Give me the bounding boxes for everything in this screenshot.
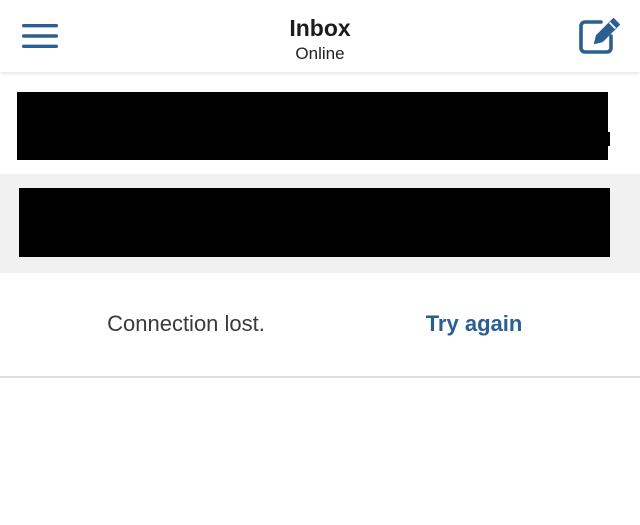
hamburger-menu-icon [22, 24, 58, 48]
redacted-content [19, 188, 610, 257]
redacted-content [600, 132, 610, 146]
header-title-group: Inbox Online [160, 14, 480, 65]
menu-button[interactable] [14, 14, 66, 58]
compose-button[interactable] [572, 12, 628, 60]
top-app-bar: Inbox Online [0, 0, 640, 72]
list-item[interactable] [0, 72, 640, 174]
redacted-content [17, 92, 608, 160]
connection-status-text: Connection lost. [107, 311, 265, 336]
try-again-button[interactable]: Try again [370, 309, 578, 339]
list-item[interactable] [0, 174, 640, 273]
page-title: Inbox [289, 15, 351, 41]
compose-icon [579, 17, 621, 54]
inbox-screen: Inbox Online Connection lost. Try again [0, 0, 640, 525]
connection-subtitle: Online [295, 44, 345, 63]
connection-status-bar: Connection lost. Try again [0, 273, 640, 378]
